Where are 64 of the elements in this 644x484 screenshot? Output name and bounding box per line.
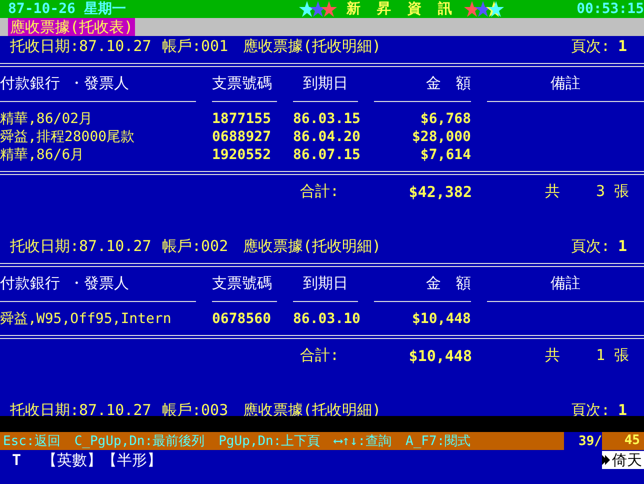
column-header: 支票號碼	[212, 274, 273, 293]
column-header: 金 額	[425, 274, 471, 293]
input-mode: 【英數】	[42, 450, 102, 470]
page-label: 頁次:	[571, 36, 612, 56]
table-cell: 86.04.20	[293, 129, 358, 145]
table-cell-text: 0688927	[212, 129, 272, 145]
table-cell-text: $10,448	[410, 311, 471, 327]
table-cell-text: 精華,86/6月	[0, 146, 86, 164]
screen-title: 應收票據(托收表)	[8, 18, 136, 36]
page-number: 1	[618, 237, 628, 255]
function-key-hint: A_F7:閱式	[406, 433, 471, 450]
table-cell-text: $28,000	[410, 129, 471, 145]
column-header: 金 額	[425, 74, 471, 93]
page-number: 1	[618, 37, 628, 55]
column-header: 到期日	[302, 274, 349, 293]
column-header: 到期日	[302, 74, 349, 93]
table-cell-text: 舜益,W95,Off95,Intern	[0, 310, 172, 328]
stars-drawing	[464, 1, 504, 17]
column-header: 付款銀行 ・發票人	[0, 274, 130, 293]
table-cell-text: 0678560	[212, 311, 272, 327]
column-header: 備註	[550, 274, 582, 293]
total-amount: $42,382	[408, 182, 472, 200]
clock-text: 00:53:15	[576, 1, 644, 17]
report-title: 應收票據(托收明細)	[243, 36, 382, 56]
table-cell-text: $6,768	[419, 111, 471, 127]
date-text: 87-10-26 星期一	[8, 0, 126, 18]
count-label: 共	[544, 346, 560, 365]
function-key-hint: ⟷↑↓:查詢	[334, 433, 392, 450]
record-total: 45	[602, 432, 644, 450]
total-label: 合計:	[300, 346, 336, 365]
table-cell-text: $7,614	[419, 147, 471, 163]
column-header: 付款銀行 ・發票人	[0, 74, 130, 93]
date-text: 托收日期:87.10.27	[10, 236, 152, 256]
table-cell-text: 舜益,排程28000尾款	[0, 128, 136, 146]
total-amount: $10,448	[408, 346, 472, 364]
function-key-hint: Esc:返回	[3, 433, 60, 450]
column-header: 支票號碼	[212, 74, 273, 93]
account-text: 帳戶:002	[162, 236, 230, 256]
record-position: 39/	[578, 434, 602, 448]
report-title: 應收票據(托收明細)	[243, 236, 382, 256]
table-cell-text: 1920552	[212, 147, 272, 163]
stars-drawing	[298, 1, 339, 17]
account-text: 帳戶:001	[162, 36, 230, 56]
mode-text: T	[12, 451, 22, 469]
count-text: 1 張	[595, 346, 630, 365]
input-mode: 【半形】	[102, 450, 162, 470]
table-cell: 86.07.15	[293, 147, 358, 163]
count-text: 3 張	[595, 182, 630, 201]
page-number: 1	[618, 401, 628, 419]
arrows-icon	[602, 453, 610, 467]
total-label: 合計:	[300, 182, 336, 201]
account-text: 帳戶:003	[162, 400, 230, 420]
function-key-hint: PgUp,Dn:上下頁	[218, 433, 320, 450]
table-cell: 86.03.15	[293, 111, 358, 127]
page-label: 頁次:	[571, 236, 612, 256]
table-cell-text: 精華,86/02月	[0, 110, 94, 128]
column-header: 備註	[550, 74, 582, 93]
function-key-hint: C_PgUp,Dn:最前後列	[74, 433, 205, 450]
date-text: 托收日期:87.10.27	[10, 36, 152, 56]
app-title: 新 昇 資 訊	[346, 0, 456, 18]
table-cell-text: 1877155	[212, 111, 272, 127]
count-label: 共	[544, 182, 560, 201]
ime-indicator: 倚天	[602, 451, 644, 469]
table-cell: 86.03.10	[293, 311, 358, 327]
